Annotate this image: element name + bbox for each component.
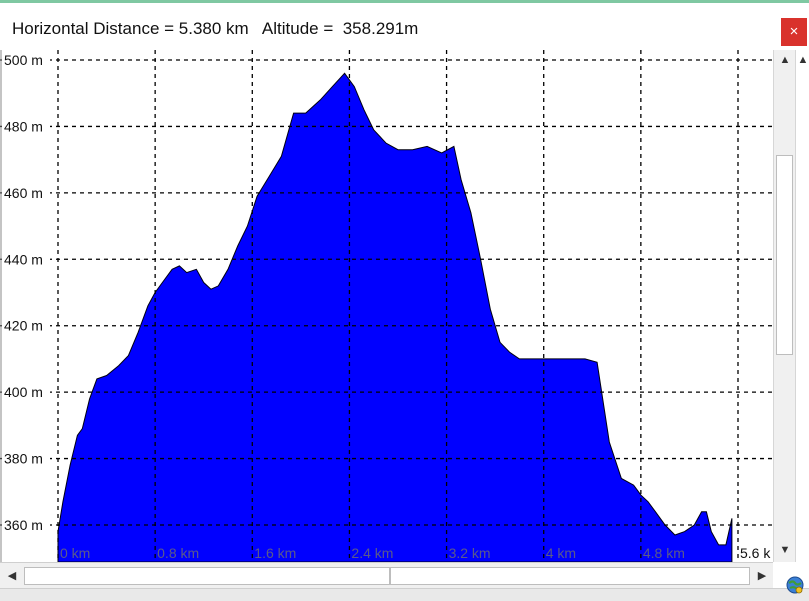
y-tick-label: 420 m (4, 318, 43, 334)
elevation-area (57, 72, 733, 563)
vertical-scrollbar[interactable]: ▲ ▼ (773, 50, 796, 562)
y-tick-label: 400 m (4, 384, 43, 400)
x-tick-label: 4 km (546, 545, 576, 561)
scroll-up-icon[interactable]: ▲ (774, 50, 796, 70)
distance-altitude-readout: Horizontal Distance = 5.380 km Altitude … (12, 19, 419, 38)
y-tick-label: 380 m (4, 451, 43, 467)
x-tick-label: 2.4 km (351, 545, 393, 561)
y-tick-label: 500 m (4, 52, 43, 68)
x-tick-label: 5.6 k (740, 545, 771, 561)
globe-icon[interactable] (785, 574, 805, 596)
readout-header: Horizontal Distance = 5.380 km Altitude … (0, 3, 809, 50)
y-tick-label: 360 m (4, 517, 43, 533)
scroll-right-icon[interactable]: ▶ (752, 566, 772, 586)
y-tick-label: 440 m (4, 251, 43, 267)
secondary-scroll-up-icon[interactable]: ▲ (796, 50, 809, 70)
y-tick-label: 480 m (4, 118, 43, 134)
x-tick-label: 0 km (60, 545, 90, 561)
secondary-vertical-scrollbar[interactable]: ▲ (795, 50, 809, 562)
horizontal-scroll-thumb-right[interactable] (390, 567, 750, 585)
x-tick-label: 3.2 km (449, 545, 491, 561)
x-tick-label: 0.8 km (157, 545, 199, 561)
horizontal-scroll-thumb-left[interactable] (24, 567, 390, 585)
vertical-scroll-thumb[interactable] (776, 155, 793, 355)
horizontal-scrollbar[interactable]: ◀ ▶ (0, 562, 773, 589)
scroll-left-icon[interactable]: ◀ (2, 566, 22, 586)
x-tick-label: 4.8 km (643, 545, 685, 561)
scroll-down-icon[interactable]: ▼ (774, 540, 796, 560)
elevation-profile-chart[interactable]: 500 m 480 m 460 m 440 m 420 m 400 m 380 m 360 m… (0, 50, 773, 600)
chart-svg: 500 m 480 m 460 m 440 m 420 m 400 m 380 m 360 m… (0, 50, 773, 600)
y-tick-label: 460 m (4, 185, 43, 201)
close-button[interactable]: × (781, 18, 807, 46)
status-bar (0, 588, 809, 601)
x-tick-label: 1.6 km (254, 545, 296, 561)
